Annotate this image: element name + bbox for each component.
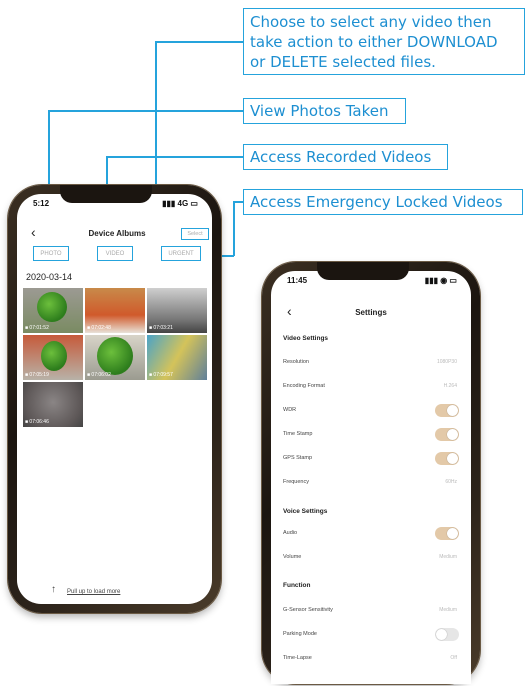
setting-resolution[interactable]: Resolution 1080P30 [283, 356, 461, 374]
setting-label: Frequency [283, 479, 309, 485]
setting-label: Resolution [283, 359, 309, 365]
setting-label: WDR [283, 407, 297, 413]
phone-notch [60, 185, 152, 203]
callout-videos-text: Access Recorded Videos [250, 148, 432, 166]
leader-emergency-v [233, 201, 235, 256]
page-title: Device Albums [88, 229, 146, 238]
video-thumbnail[interactable]: ■ 07:05:19 [23, 335, 83, 380]
video-thumbnail[interactable]: ■ 07:09:57 [147, 335, 207, 380]
callout-select-line-2: take action to either DOWNLOAD [250, 33, 498, 51]
toggle-knob [447, 405, 458, 416]
thumbnail-label: ■ 07:05:19 [25, 372, 49, 378]
setting-g-sensor-sensitivity[interactable]: G-Sensor Sensitivity Medium [283, 604, 461, 622]
thumbnail-label: ■ 07:09:57 [149, 372, 173, 378]
callout-emergency: Access Emergency Locked Videos [243, 189, 523, 215]
parking-mode-toggle[interactable] [435, 628, 459, 641]
toggle-knob [436, 629, 447, 640]
back-arrow-icon[interactable]: ‹ [287, 303, 292, 319]
setting-label: Time Stamp [283, 431, 313, 437]
date-header: 2020-03-14 [26, 272, 73, 282]
callout-photos-text: View Photos Taken [250, 102, 389, 120]
setting-value: 1080P30 [436, 359, 457, 365]
thumbnail-label: ■ 07:02:48 [87, 325, 111, 331]
status-time: 5:12 [33, 199, 50, 208]
phone-albums: 5:12 ▮▮▮ 4G ▭ ‹ Device Albums Select PHO… [8, 185, 221, 613]
setting-value: Medium [439, 554, 457, 560]
setting-encoding-format[interactable]: Encoding Format H.264 [283, 380, 461, 398]
phone-settings: 11:45 ▮▮▮ ◉ ▭ ‹ Settings Video Settings … [262, 262, 480, 684]
thumbnail-label: ■ 07:06:46 [25, 419, 49, 425]
setting-time-lapse[interactable]: Time-Lapse Off [283, 652, 461, 670]
select-button[interactable]: Select [181, 228, 209, 240]
gps-stamp-toggle[interactable] [435, 452, 459, 465]
setting-gps-stamp: GPS Stamp [283, 452, 461, 470]
section-function: Function [283, 582, 311, 589]
thumbnail-label: ■ 07:01:52 [25, 325, 49, 331]
arrow-up-icon: ↑ [51, 584, 56, 595]
load-more-hint[interactable]: Pull up to load more [67, 589, 120, 595]
callout-select-info: Choose to select any video then take act… [243, 8, 525, 75]
leader-videos-h [106, 156, 243, 158]
callout-select-line-1: Choose to select any video then [250, 13, 492, 31]
video-thumbnail[interactable]: ■ 07:06:02 [85, 335, 145, 380]
setting-wdr: WDR [283, 404, 461, 422]
wdr-toggle[interactable] [435, 404, 459, 417]
setting-volume[interactable]: Volume Medium [283, 551, 461, 569]
tab-urgent[interactable]: URGENT [161, 246, 201, 261]
setting-value: 60Hz [445, 479, 457, 485]
callout-emergency-text: Access Emergency Locked Videos [250, 193, 503, 211]
toggle-knob [447, 453, 458, 464]
time-stamp-toggle[interactable] [435, 428, 459, 441]
setting-label: Time-Lapse [283, 655, 312, 661]
settings-screen: 11:45 ▮▮▮ ◉ ▭ ‹ Settings Video Settings … [271, 271, 471, 684]
thumbnail-label: ■ 07:03:21 [149, 325, 173, 331]
video-thumbnail[interactable]: ■ 07:02:48 [85, 288, 145, 333]
status-time: 11:45 [287, 276, 308, 285]
plant-image [97, 337, 133, 375]
plant-image [37, 292, 67, 322]
toggle-knob [447, 528, 458, 539]
status-indicators: ▮▮▮ ◉ ▭ [424, 276, 457, 285]
video-thumbnail[interactable]: ■ 07:01:52 [23, 288, 83, 333]
section-voice-settings: Voice Settings [283, 508, 328, 515]
thumbnail-label: ■ 07:06:02 [87, 372, 111, 378]
back-arrow-icon[interactable]: ‹ [31, 224, 36, 240]
section-video-settings: Video Settings [283, 335, 329, 342]
setting-time-stamp: Time Stamp [283, 428, 461, 446]
leader-select-h [155, 41, 243, 43]
setting-parking-mode: Parking Mode [283, 628, 461, 646]
page-title: Settings [355, 308, 387, 317]
setting-label: G-Sensor Sensitivity [283, 607, 333, 613]
video-thumbnail[interactable]: ■ 07:03:21 [147, 288, 207, 333]
callout-select-line-3: or DELETE selected files. [250, 53, 436, 71]
setting-label: Volume [283, 554, 302, 560]
setting-label: GPS Stamp [283, 455, 313, 461]
tab-photo[interactable]: PHOTO [33, 246, 69, 261]
toggle-knob [447, 429, 458, 440]
setting-value: Medium [439, 607, 457, 613]
plant-image [41, 341, 67, 371]
setting-frequency[interactable]: Frequency 60Hz [283, 476, 461, 494]
setting-label: Audio [283, 530, 298, 536]
setting-audio: Audio [283, 527, 461, 545]
status-indicators: ▮▮▮ 4G ▭ [162, 199, 198, 208]
setting-label: Parking Mode [283, 631, 317, 637]
albums-screen: 5:12 ▮▮▮ 4G ▭ ‹ Device Albums Select PHO… [17, 194, 212, 604]
tab-video[interactable]: VIDEO [97, 246, 133, 261]
setting-label: Encoding Format [283, 383, 325, 389]
leader-emergency-h [233, 201, 243, 203]
setting-value: Off [450, 655, 457, 661]
callout-photos: View Photos Taken [243, 98, 406, 124]
phone-notch [317, 262, 409, 280]
audio-toggle[interactable] [435, 527, 459, 540]
leader-photos-h [48, 110, 243, 112]
setting-value: H.264 [443, 383, 457, 389]
callout-videos: Access Recorded Videos [243, 144, 448, 170]
video-thumbnail[interactable]: ■ 07:06:46 [23, 382, 83, 427]
